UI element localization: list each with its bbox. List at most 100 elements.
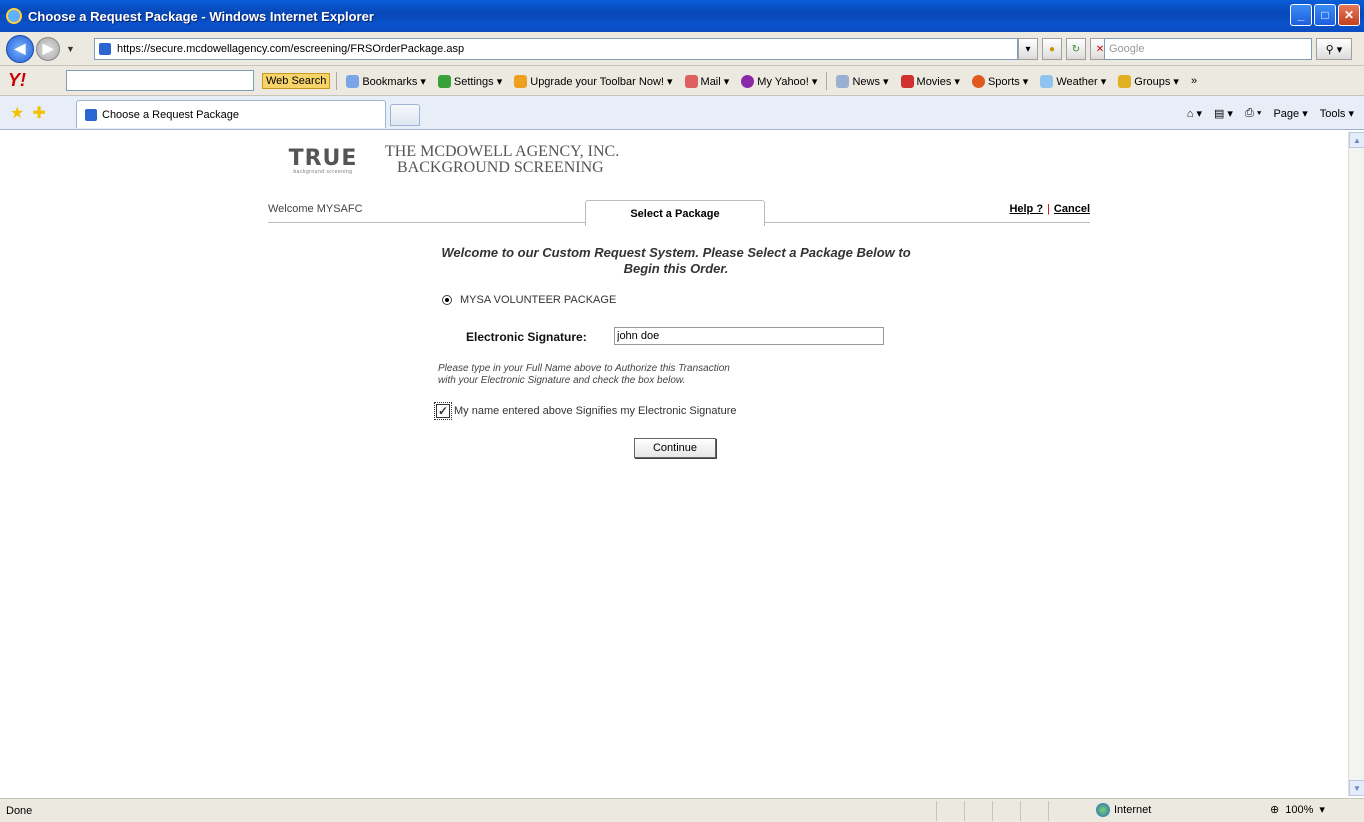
settings-button[interactable]: Settings ▾ (435, 74, 505, 88)
search-input[interactable]: Google (1104, 38, 1312, 60)
upgrade-button[interactable]: Upgrade your Toolbar Now! ▾ (511, 74, 675, 88)
my-yahoo-label: My Yahoo! ▾ (757, 75, 818, 88)
news-icon (836, 74, 850, 88)
refresh-icon[interactable]: ↻ (1066, 38, 1086, 60)
window-title-bar: Choose a Request Package - Windows Inter… (0, 0, 1364, 32)
groups-button[interactable]: Groups ▾ (1115, 74, 1182, 88)
home-icon[interactable]: ⌂ ▾ (1187, 107, 1202, 120)
my-yahoo-button[interactable]: My Yahoo! ▾ (738, 74, 820, 88)
logo-text: TRUE (288, 146, 358, 171)
minimize-button[interactable]: _ (1290, 4, 1312, 26)
bookmarks-label: Bookmarks ▾ (362, 75, 426, 88)
header-links: Help ? | Cancel (978, 203, 1090, 215)
cancel-link[interactable]: Cancel (1054, 203, 1090, 215)
zoom-dropdown-icon: ▾ (1319, 804, 1325, 816)
package-radio[interactable] (442, 295, 452, 305)
checkbox-label: My name entered above Signifies my Elect… (454, 405, 737, 417)
help-link[interactable]: Help ? (1009, 203, 1043, 215)
forward-button[interactable]: ▶ (36, 36, 60, 61)
add-favorites-icon[interactable]: ✚ (32, 103, 45, 123)
scroll-up-icon[interactable]: ▲ (1349, 132, 1364, 148)
lock-icon[interactable]: ● (1042, 38, 1062, 60)
movies-icon (900, 74, 914, 88)
tab-choose-request-package[interactable]: Choose a Request Package (76, 100, 386, 128)
toolbar-divider (336, 72, 338, 90)
search-icon[interactable]: ⚲ ▾ (1316, 38, 1352, 60)
sports-icon (971, 74, 985, 88)
sports-button[interactable]: Sports ▾ (969, 74, 1031, 88)
status-cell (1020, 801, 1048, 821)
company-line-2: BACKGROUND SCREENING (397, 159, 604, 176)
weather-button[interactable]: Weather ▾ (1037, 74, 1109, 88)
favorites-star-icon[interactable]: ★ (10, 103, 24, 123)
status-cell (992, 801, 1020, 821)
print-icon[interactable]: ⎙ ▾ (1245, 107, 1261, 120)
zoom-control[interactable]: ⊕ 100% ▾ (1270, 803, 1325, 817)
mail-button[interactable]: Mail ▾ (682, 74, 733, 88)
status-text: Done (6, 804, 33, 817)
movies-button[interactable]: Movies ▾ (898, 74, 963, 88)
back-button[interactable]: ◀ (6, 34, 34, 63)
ie-logo-icon (6, 8, 22, 24)
my-yahoo-icon (741, 74, 755, 88)
address-input[interactable]: https://secure.mcdowellagency.com/escree… (94, 38, 1018, 60)
continue-button[interactable]: Continue (634, 438, 716, 458)
settings-label: Settings ▾ (453, 75, 503, 88)
news-button[interactable]: News ▾ (833, 74, 891, 88)
status-cell (1048, 801, 1076, 821)
signature-input[interactable] (614, 327, 884, 345)
zone-label: Internet (1114, 804, 1152, 816)
news-label: News ▾ (852, 75, 889, 88)
web-search-button[interactable]: Web Search (262, 73, 331, 89)
status-cell (936, 801, 964, 821)
signature-checkbox[interactable]: ✓ (434, 402, 452, 420)
yahoo-search-input[interactable] (66, 70, 254, 91)
status-cell (964, 801, 992, 821)
note-line-2: with your Electronic Signature and check… (438, 375, 686, 386)
company-line-1: THE MCDOWELL AGENCY, INC. (385, 143, 620, 160)
link-separator: | (1047, 203, 1050, 215)
package-label: MYSA VOLUNTEER PACKAGE (460, 294, 617, 306)
address-actions: ▾ ● ↻ ✕ (1018, 38, 1110, 60)
bookmarks-button[interactable]: Bookmarks ▾ (343, 74, 429, 88)
signature-confirm-row: ✓ My name entered above Signifies my Ele… (434, 402, 737, 420)
page-icon (99, 43, 111, 55)
maximize-button[interactable]: □ (1314, 4, 1336, 26)
mail-label: Mail ▾ (700, 75, 730, 88)
warning-icon (514, 74, 528, 88)
upgrade-label: Upgrade your Toolbar Now! ▾ (530, 75, 673, 88)
feeds-icon[interactable]: ▤ ▾ (1214, 107, 1233, 120)
zoom-level: 100% (1285, 803, 1314, 816)
scroll-down-icon[interactable]: ▼ (1349, 780, 1364, 796)
weather-icon (1040, 74, 1054, 88)
page-menu-button[interactable]: Page ▾ (1273, 107, 1307, 120)
command-bar: ⌂ ▾ ▤ ▾ ⎙ ▾ Page ▾ Tools ▾ (1187, 96, 1354, 130)
new-tab-button[interactable] (390, 104, 420, 126)
bookmarks-icon (346, 74, 360, 88)
address-dropdown-icon[interactable]: ▾ (1018, 38, 1038, 60)
toolbar-overflow-button[interactable]: » (1188, 75, 1200, 87)
package-option[interactable]: MYSA VOLUNTEER PACKAGE (442, 294, 616, 306)
true-logo: TRUE background screening (268, 146, 378, 186)
close-window-button[interactable]: ✕ (1338, 4, 1360, 26)
tools-menu-button[interactable]: Tools ▾ (1320, 107, 1354, 120)
status-bar: Done Internet ⊕ 100% ▾ (0, 798, 1364, 822)
tab-bar: ★ ✚ Choose a Request Package ⌂ ▾ ▤ ▾ ⎙ ▾… (0, 96, 1364, 130)
address-bar-row: ◀ ▶ ▼ https://secure.mcdowellagency.com/… (0, 32, 1364, 66)
tab-select-package[interactable]: Select a Package (585, 200, 765, 226)
yahoo-logo[interactable]: Y! (8, 70, 26, 91)
security-zone[interactable]: Internet (1096, 803, 1151, 817)
history-dropdown-icon[interactable]: ▼ (66, 44, 75, 54)
signature-note: Please type in your Full Name above to A… (438, 363, 730, 387)
window-controls: _ □ ✕ (1290, 4, 1360, 26)
groups-icon (1118, 74, 1132, 88)
settings-icon (437, 74, 451, 88)
groups-label: Groups ▾ (1134, 75, 1179, 88)
company-name: THE MCDOWELL AGENCY, INC. BACKGROUND SCR… (385, 144, 619, 176)
status-cells (936, 801, 1076, 821)
tab-page-icon (85, 108, 97, 121)
logo-subtext: background screening (293, 169, 353, 175)
intro-text: Welcome to our Custom Request System. Pl… (441, 245, 911, 276)
vertical-scrollbar[interactable]: ▲ ▼ (1348, 132, 1364, 796)
yahoo-toolbar-items: Web Search Bookmarks ▾ Settings ▾ Upgrad… (262, 66, 1200, 96)
